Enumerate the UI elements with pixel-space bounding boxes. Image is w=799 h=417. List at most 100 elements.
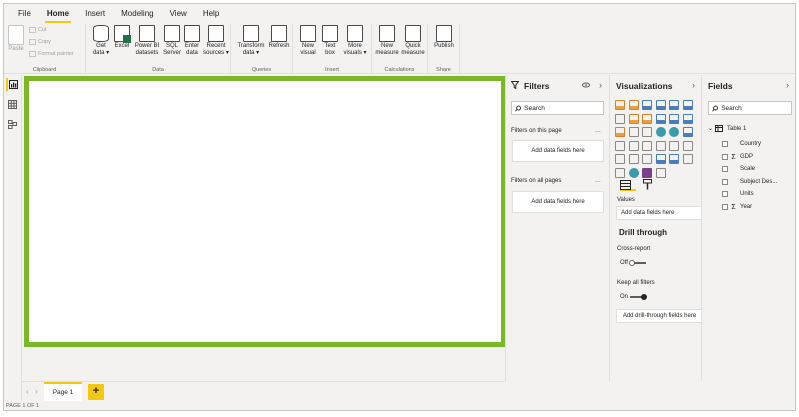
stacked-column-chart-icon[interactable]	[628, 100, 639, 110]
excel-button[interactable]: Excel	[112, 25, 132, 50]
field-checkbox[interactable]	[722, 191, 728, 197]
more-visuals-button[interactable]: More visuals ▾	[341, 25, 369, 56]
field-checkbox[interactable]	[722, 154, 728, 160]
stacked-area-chart-icon[interactable]	[642, 113, 652, 124]
key-influencers-icon[interactable]	[682, 154, 693, 164]
matrix-icon[interactable]	[642, 154, 652, 164]
field-checkbox[interactable]	[722, 166, 728, 172]
cut-button[interactable]: Cut	[29, 27, 47, 33]
menu-home[interactable]: Home	[39, 4, 77, 24]
quick-measure-button[interactable]: Quick measure	[400, 25, 426, 56]
clustered-column-chart-icon[interactable]	[655, 100, 666, 110]
cross-report-toggle[interactable]: Off	[620, 259, 646, 266]
filled-map-icon[interactable]	[628, 140, 639, 151]
field-row[interactable]: Σ GDP	[722, 154, 753, 161]
python-visual-icon[interactable]	[669, 154, 679, 164]
sql-server-button[interactable]: SQL Server	[162, 25, 182, 56]
power-bi-datasets-button[interactable]: Power BI datasets	[133, 25, 161, 56]
filters-collapse-chevron-icon[interactable]: ›	[599, 80, 602, 90]
filters-all-more-button[interactable]: ...	[595, 177, 601, 184]
r-script-visual-icon[interactable]	[655, 154, 666, 164]
arcgis-map-icon[interactable]	[628, 167, 639, 178]
field-row[interactable]: Subject Des...	[722, 178, 777, 185]
field-row[interactable]: Country	[722, 141, 761, 147]
new-visual-button[interactable]: New visual	[297, 25, 319, 56]
power-apps-icon[interactable]	[642, 167, 652, 178]
ribbon-chart-icon[interactable]	[682, 113, 693, 124]
paste-button[interactable]: Paste	[8, 25, 24, 53]
eye-icon[interactable]	[582, 82, 590, 88]
menu-view[interactable]: View	[162, 4, 195, 24]
page-tab-1[interactable]: Page 1	[44, 382, 82, 402]
waterfall-chart-icon[interactable]	[615, 127, 625, 137]
drill-through-drop-well[interactable]: Add drill-through fields here	[616, 309, 703, 323]
next-page-arrow-icon[interactable]: ›	[35, 387, 38, 396]
multi-row-card-icon[interactable]	[669, 140, 679, 151]
card-icon[interactable]	[655, 140, 666, 151]
scatter-chart-icon[interactable]	[642, 127, 652, 137]
get-data-button[interactable]: Get data ▾	[90, 25, 112, 56]
area-chart-icon[interactable]	[628, 113, 639, 124]
kpi-icon[interactable]	[682, 140, 693, 151]
add-page-button[interactable]: +	[88, 384, 104, 400]
stacked-bar-chart-icon[interactable]	[615, 100, 625, 110]
text-box-button[interactable]: Text box	[320, 25, 340, 56]
filters-all-drop-well[interactable]: Add data fields here	[512, 191, 604, 213]
model-view-button[interactable]	[6, 118, 19, 131]
fields-search-box[interactable]	[708, 101, 792, 115]
filters-search-input[interactable]	[524, 104, 603, 112]
recent-sources-button[interactable]: Recent sources ▾	[202, 25, 230, 56]
transform-data-button[interactable]: Transform data ▾	[236, 25, 266, 56]
100-stacked-bar-chart-icon[interactable]	[669, 100, 679, 110]
report-canvas[interactable]	[24, 76, 506, 347]
database-icon	[93, 25, 109, 42]
copy-button[interactable]: Copy	[29, 39, 51, 45]
visualizations-collapse-chevron-icon[interactable]: ›	[692, 80, 695, 90]
menu-help[interactable]: Help	[195, 4, 227, 24]
field-row[interactable]: Scale	[722, 166, 755, 172]
prev-page-arrow-icon[interactable]: ‹	[26, 387, 29, 396]
decomposition-tree-icon[interactable]	[615, 167, 625, 178]
map-icon[interactable]	[615, 140, 625, 151]
treemap-icon[interactable]	[682, 127, 693, 137]
table-visual-icon[interactable]	[628, 154, 639, 164]
line-chart-icon[interactable]	[615, 113, 625, 124]
slicer-icon[interactable]	[615, 154, 625, 164]
pie-chart-icon[interactable]	[655, 127, 666, 137]
gauge-icon[interactable]	[642, 140, 652, 151]
report-view-button[interactable]	[6, 78, 19, 91]
line-and-stacked-column-chart-icon[interactable]	[669, 113, 679, 124]
field-checkbox[interactable]	[722, 141, 728, 147]
100-stacked-column-chart-icon[interactable]	[682, 100, 693, 110]
fields-tab[interactable]	[620, 177, 636, 191]
field-checkbox[interactable]	[722, 178, 728, 185]
new-measure-button[interactable]: New measure	[374, 25, 400, 56]
refresh-button[interactable]: Refresh	[267, 25, 291, 50]
fields-search-input[interactable]	[721, 104, 791, 112]
fields-collapse-chevron-icon[interactable]: ›	[786, 80, 789, 90]
menu-file[interactable]: File	[10, 4, 39, 24]
filters-page-more-button[interactable]: ...	[595, 127, 601, 134]
clustered-bar-chart-icon[interactable]	[642, 100, 652, 110]
expand-chevron-icon[interactable]: ⌄	[708, 125, 715, 132]
filters-page-drop-well[interactable]: Add data fields here	[512, 140, 604, 162]
field-checkbox[interactable]	[722, 204, 728, 210]
data-view-button[interactable]	[6, 98, 19, 111]
funnel-chart-icon[interactable]	[628, 127, 639, 137]
field-row[interactable]: Σ Year	[722, 204, 752, 211]
table-node[interactable]: ⌄ Table 1	[708, 125, 746, 132]
values-drop-well[interactable]: Add data fields here	[616, 206, 703, 220]
menu-insert[interactable]: Insert	[77, 4, 113, 24]
format-painter-button[interactable]: Format painter	[29, 51, 74, 57]
format-tab[interactable]	[643, 177, 655, 191]
more-visuals-ellipsis-icon[interactable]	[655, 167, 666, 178]
keep-filters-toggle[interactable]: On	[620, 293, 648, 300]
donut-chart-icon[interactable]	[669, 127, 679, 137]
field-row[interactable]: Units	[722, 191, 754, 197]
publish-button[interactable]: Publish	[431, 25, 457, 50]
enter-data-button[interactable]: Enter data	[183, 25, 201, 56]
filters-search-box[interactable]	[511, 101, 604, 115]
menu-modeling[interactable]: Modeling	[113, 4, 161, 24]
line-and-column-chart-icon[interactable]	[655, 113, 666, 124]
cross-report-knob	[628, 259, 635, 266]
